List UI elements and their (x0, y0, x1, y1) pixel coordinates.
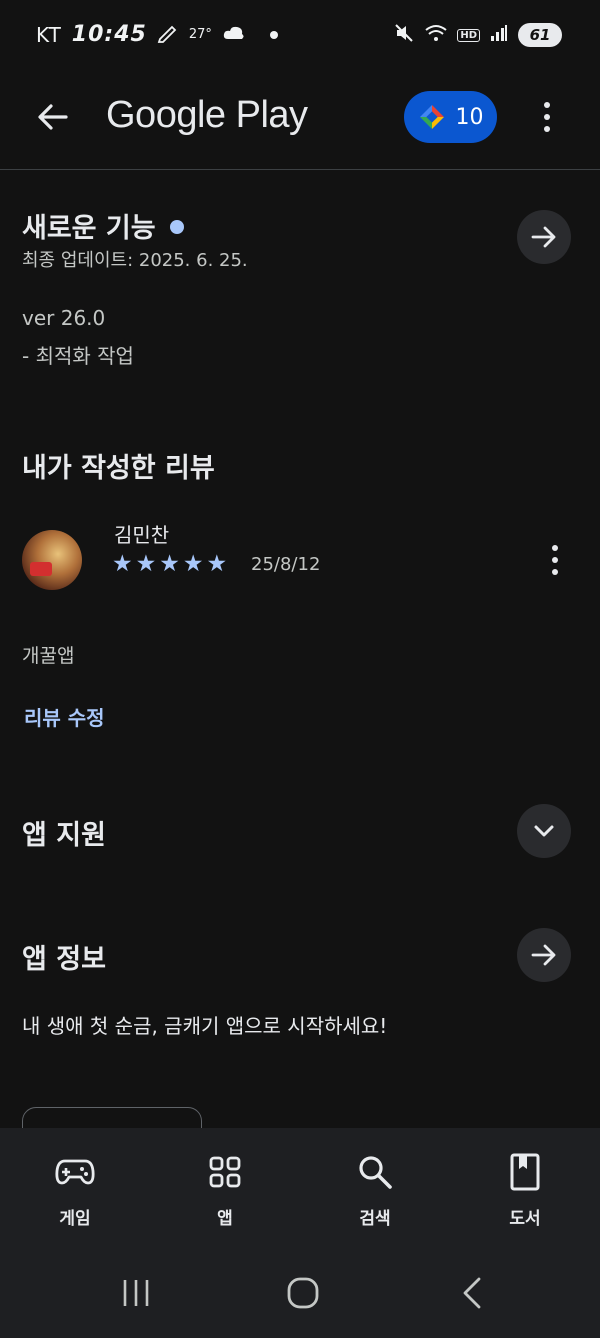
app-support-title: 앱 지원 (22, 820, 106, 851)
new-indicator-dot (169, 219, 184, 234)
temperature-label: 27° (188, 27, 212, 42)
system-back-button[interactable] (442, 1270, 502, 1316)
whats-new-arrow-button[interactable] (517, 210, 571, 264)
home-icon (287, 1277, 319, 1309)
star-rating: ★ ★ ★ ★ ★ (112, 551, 227, 577)
system-navigation-bar (0, 1246, 600, 1338)
recent-apps-icon (123, 1280, 149, 1306)
more-vert-icon (552, 545, 558, 551)
whats-new-title: 새로운 기능 (22, 206, 184, 245)
recent-apps-button[interactable] (106, 1270, 166, 1316)
review-more-button[interactable] (540, 540, 570, 580)
nav-item-apps[interactable]: 앱 (150, 1128, 300, 1246)
chevron-left-icon (463, 1277, 481, 1309)
app-info-title: 앱 정보 (22, 944, 106, 975)
edit-review-link[interactable]: 리뷰 수정 (24, 702, 105, 731)
search-icon (355, 1152, 395, 1192)
more-options-button[interactable] (528, 92, 566, 142)
review-text: 개꿀앱 (22, 645, 75, 667)
nav-label: 게임 (59, 1209, 91, 1229)
pencil-icon (157, 23, 179, 47)
hd-voice-badge: HD (457, 28, 480, 42)
status-bar: KT 10:45 27° HD 61 (0, 0, 600, 70)
arrow-right-icon (531, 944, 556, 966)
book-icon (505, 1152, 545, 1192)
weather-cloud-icon (222, 23, 246, 47)
arrow-left-icon (38, 104, 68, 130)
version-text: ver 26.0 (22, 306, 106, 330)
app-title: Google Play (106, 94, 308, 136)
chevron-down-icon (534, 825, 554, 837)
my-review-title: 내가 작성한 리뷰 (22, 453, 215, 484)
nav-label: 앱 (217, 1209, 233, 1229)
app-support-expand-button[interactable] (517, 804, 571, 858)
signal-icon (490, 24, 508, 46)
clock: 10:45 (71, 22, 147, 47)
reviewer-name: 김민찬 (114, 523, 170, 547)
app-info-description: 내 생애 첫 순금, 금캐기 앱으로 시작하세요! (22, 1014, 388, 1038)
battery-indicator: 61 (518, 23, 562, 47)
play-points-button[interactable]: 10 (404, 91, 497, 143)
carrier-label: KT (36, 22, 62, 47)
star-icon: ★ (159, 551, 180, 577)
play-store-page: KT 10:45 27° HD 61 Google Play 10 새로운 기능… (0, 0, 600, 1338)
play-points-icon (419, 105, 444, 129)
star-icon: ★ (112, 551, 133, 577)
bottom-navigation: 게임 앱 검색 도서 (0, 1128, 600, 1246)
last-updated-label: 최종 업데이트: 2025. 6. 25. (22, 250, 248, 271)
nav-label: 검색 (359, 1209, 391, 1229)
star-icon: ★ (206, 551, 228, 577)
avatar (22, 530, 82, 590)
app-info-arrow-button[interactable] (517, 928, 571, 982)
notification-dot-icon (269, 30, 278, 39)
nav-item-books[interactable]: 도서 (450, 1128, 600, 1246)
star-icon: ★ (135, 551, 157, 577)
back-button[interactable] (28, 92, 78, 142)
arrow-right-icon (531, 226, 556, 248)
points-count: 10 (455, 104, 484, 130)
nav-item-games[interactable]: 게임 (0, 1128, 150, 1246)
nav-label: 도서 (509, 1209, 541, 1229)
top-app-bar: Google Play 10 (0, 70, 600, 170)
home-button[interactable] (273, 1270, 333, 1316)
review-date: 25/8/12 (251, 554, 321, 575)
nav-item-search[interactable]: 검색 (300, 1128, 450, 1246)
star-icon: ★ (182, 551, 204, 577)
more-vert-icon (544, 102, 550, 108)
gamepad-icon (55, 1152, 95, 1192)
release-notes-text: - 최적화 작업 (22, 344, 134, 368)
apps-grid-icon (205, 1152, 245, 1192)
wifi-icon (425, 24, 447, 46)
mute-icon (393, 22, 415, 48)
